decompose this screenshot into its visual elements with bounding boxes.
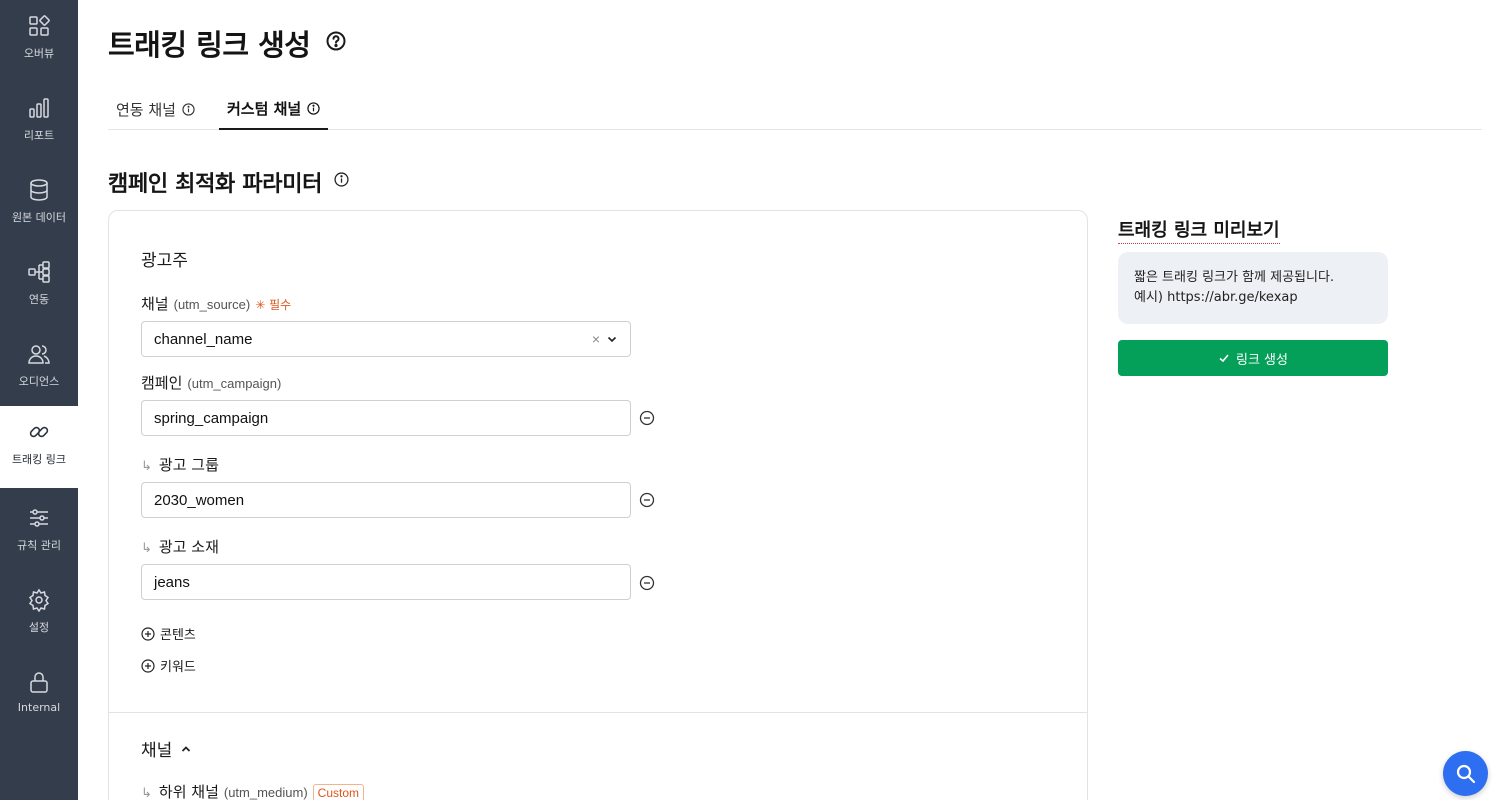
add-keyword-label: 키워드 — [160, 660, 196, 675]
ad-group-field-label: ↳ 광고 그룹 — [141, 454, 219, 475]
sidebar-item-label: 오디언스 — [18, 375, 60, 388]
channel-group-toggle[interactable]: 채널 — [141, 736, 192, 761]
chevron-down-icon[interactable] — [606, 333, 618, 345]
sidebar-item-internal[interactable]: Internal — [0, 656, 78, 738]
ad-group-input[interactable]: 2030_women — [141, 482, 631, 518]
sidebar-item-label: 규칙 관리 — [17, 539, 61, 552]
child-arrow-icon: ↳ — [141, 541, 152, 556]
add-content-label: 콘텐츠 — [160, 628, 196, 643]
database-icon — [30, 179, 48, 201]
field-hint: (utm_source) — [173, 297, 251, 312]
tab-label: 연동 채널 — [116, 100, 176, 119]
creative-input-value: jeans — [154, 573, 190, 591]
search-fab-button[interactable] — [1443, 751, 1488, 796]
sidebar-item-overview[interactable]: 오버뷰 — [0, 0, 78, 82]
page-title: 트래킹 링크 생성 — [108, 28, 311, 62]
tab-label: 커스텀 채널 — [227, 99, 302, 118]
sidebar: 오버뷰 리포트 원본 데이터 연동 오디언스 트래킹 링크 규칙 관리 설정 I… — [0, 0, 78, 800]
help-circle-icon[interactable] — [326, 31, 346, 51]
info-icon[interactable] — [307, 101, 320, 115]
clear-icon[interactable]: × — [592, 331, 600, 347]
remove-circle-icon[interactable] — [639, 492, 655, 508]
info-icon[interactable] — [182, 102, 195, 116]
field-hint: (utm_campaign) — [187, 376, 282, 391]
campaign-field-label: 캠페인 (utm_campaign) — [141, 372, 281, 393]
sidebar-item-label: 오버뷰 — [23, 47, 55, 60]
channel-select-value: channel_name — [154, 330, 253, 348]
sidebar-item-tracking-link[interactable]: 트래킹 링크 — [0, 406, 78, 488]
gear-icon — [28, 588, 50, 612]
remove-circle-icon[interactable] — [639, 410, 655, 426]
preview-example: 예시) https://abr.ge/kexap — [1134, 290, 1298, 305]
tab-custom-channel[interactable]: 커스텀 채널 — [219, 88, 329, 130]
campaign-input-value: spring_campaign — [154, 409, 269, 427]
card-divider — [109, 712, 1087, 713]
parameter-card: 광고주 채널 (utm_source) ✳ 필수 channel_name × … — [108, 210, 1088, 800]
preview-box: 짧은 트래킹 링크가 함께 제공됩니다. 예시) https://abr.ge/… — [1118, 252, 1388, 324]
sidebar-item-report[interactable]: 리포트 — [0, 82, 78, 164]
grid-icon — [29, 15, 50, 36]
sidebar-item-label: Internal — [17, 701, 61, 714]
field-label-text: 하위 채널 — [158, 783, 219, 800]
custom-badge: Custom — [312, 784, 365, 800]
tab-linked-channel[interactable]: 연동 채널 — [108, 88, 203, 130]
hierarchy-icon — [28, 261, 50, 283]
chevron-up-icon — [182, 745, 191, 752]
check-icon — [1219, 354, 1229, 363]
main-content: 트래킹 링크 생성 연동 채널 커스텀 채널 캠페인 최적화 파라미터 광고주 … — [78, 0, 1500, 800]
creative-input[interactable]: jeans — [141, 564, 631, 600]
link-icon — [29, 426, 49, 438]
users-icon — [28, 345, 50, 364]
child-arrow-icon: ↳ — [141, 459, 152, 474]
create-link-label: 링크 생성 — [1236, 352, 1288, 368]
sidebar-item-rules[interactable]: 규칙 관리 — [0, 492, 78, 574]
channel-select[interactable]: channel_name × — [141, 321, 631, 357]
add-content-button[interactable]: 콘텐츠 — [141, 624, 196, 643]
sidebar-item-integration[interactable]: 연동 — [0, 246, 78, 328]
sliders-icon — [30, 509, 48, 527]
section-title: 캠페인 최적화 파라미터 — [108, 172, 323, 197]
add-keyword-button[interactable]: 키워드 — [141, 656, 196, 675]
lock-icon — [30, 672, 48, 693]
advertiser-group-title: 광고주 — [141, 251, 188, 271]
sidebar-item-raw-data[interactable]: 원본 데이터 — [0, 164, 78, 246]
ad-group-input-value: 2030_women — [154, 491, 245, 509]
campaign-input[interactable]: spring_campaign — [141, 400, 631, 436]
plus-circle-icon — [141, 658, 155, 673]
field-label-text: 채널 — [141, 295, 169, 313]
channel-group-title: 채널 — [141, 741, 173, 761]
field-label-text: 광고 소재 — [158, 538, 219, 556]
plus-circle-icon — [141, 626, 155, 641]
search-icon — [1456, 764, 1475, 783]
sidebar-item-label: 설정 — [28, 621, 50, 634]
child-arrow-icon: ↳ — [141, 786, 152, 800]
channel-field-label: 채널 (utm_source) ✳ 필수 — [141, 293, 291, 314]
channel-tabs: 연동 채널 커스텀 채널 — [108, 88, 1482, 130]
sidebar-item-label: 트래킹 링크 — [11, 453, 67, 466]
create-link-button[interactable]: 링크 생성 — [1118, 340, 1388, 376]
sidebar-item-audience[interactable]: 오디언스 — [0, 328, 78, 410]
info-icon[interactable] — [334, 172, 349, 187]
sub-channel-field-label: ↳ 하위 채널 (utm_medium) Custom — [141, 781, 365, 800]
sidebar-item-label: 연동 — [28, 293, 50, 306]
select-controls: × — [592, 331, 618, 347]
field-hint: (utm_medium) — [223, 785, 308, 800]
field-label-text: 광고 그룹 — [158, 456, 219, 474]
remove-circle-icon[interactable] — [639, 575, 655, 591]
preview-title: 트래킹 링크 미리보기 — [1118, 216, 1280, 244]
required-marker: ✳ 필수 — [255, 298, 292, 312]
sidebar-item-label: 리포트 — [23, 129, 55, 142]
sidebar-item-label: 원본 데이터 — [11, 211, 67, 224]
preview-line: 짧은 트래킹 링크가 함께 제공됩니다. — [1134, 270, 1335, 285]
bar-chart-icon — [29, 98, 49, 118]
creative-field-label: ↳ 광고 소재 — [141, 536, 219, 557]
sidebar-item-settings[interactable]: 설정 — [0, 574, 78, 656]
field-label-text: 캠페인 — [141, 374, 183, 392]
